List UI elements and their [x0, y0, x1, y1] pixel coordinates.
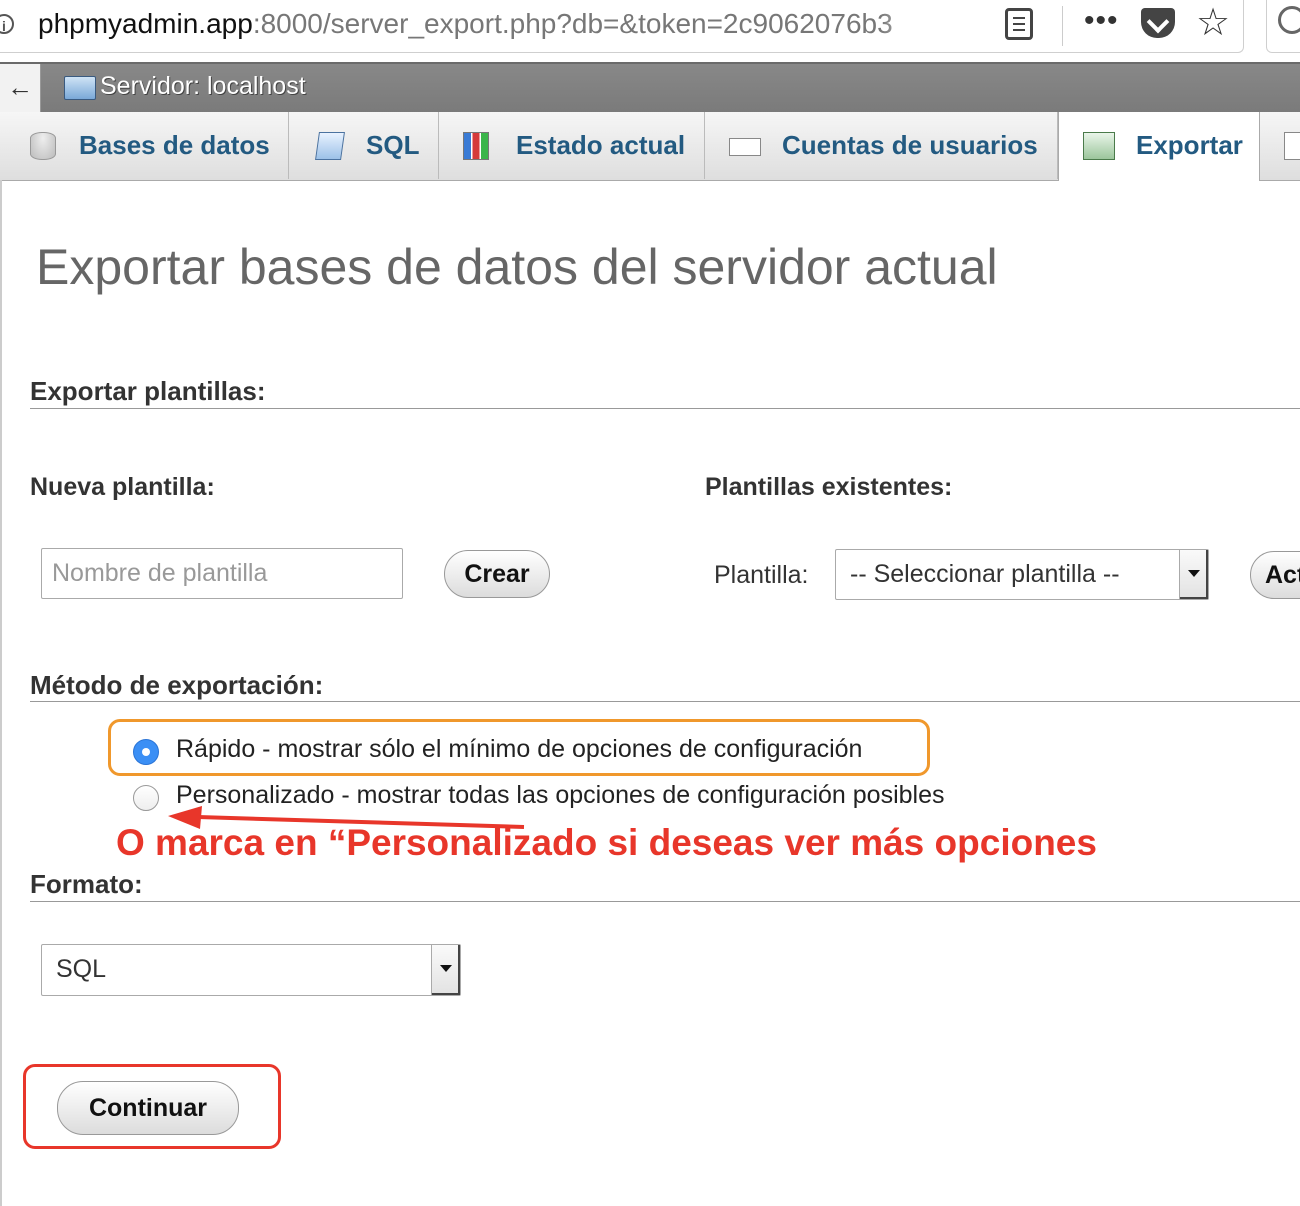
database-icon	[30, 132, 56, 160]
toolbar-divider	[1062, 6, 1063, 46]
template-select-value: -- Seleccionar plantilla --	[850, 560, 1120, 588]
templates-heading: Exportar plantillas:	[30, 376, 266, 406]
page-title: Exportar bases de datos del servidor act…	[36, 239, 998, 295]
dropdown-arrow-icon	[431, 945, 460, 995]
new-template-label: Nueva plantilla:	[30, 473, 215, 501]
tab-label: Exportar	[1136, 130, 1243, 160]
quick-radio[interactable]	[133, 739, 159, 765]
section-divider	[30, 901, 1300, 902]
continue-button[interactable]: Continuar	[57, 1081, 239, 1135]
url-text[interactable]: phpmyadmin.app:8000/server_export.php?db…	[38, 8, 938, 40]
template-select[interactable]: -- Seleccionar plantilla --	[835, 549, 1209, 600]
import-icon	[1284, 132, 1300, 160]
template-label: Plantilla:	[714, 561, 809, 589]
annotation-text: O marca en “Personalizado si deseas ver …	[116, 822, 1097, 863]
url-host: phpmyadmin.app	[38, 8, 253, 39]
dropdown-arrow-icon	[1179, 550, 1208, 599]
url-path: :8000/server_export.php?db=&token=2c9062…	[252, 8, 893, 39]
more-actions-icon[interactable]: •••	[1084, 4, 1119, 38]
pocket-icon[interactable]	[1141, 8, 1175, 38]
status-chart-icon	[463, 132, 489, 160]
existing-templates-label: Plantillas existentes:	[705, 473, 953, 501]
back-button[interactable]: ←	[0, 64, 41, 112]
section-divider	[30, 408, 1300, 409]
server-breadcrumb-bar: ← Servidor: localhost	[0, 62, 1300, 114]
tab-label: SQL	[366, 130, 420, 160]
update-template-button[interactable]: Actualizar	[1250, 551, 1300, 599]
server-icon	[64, 76, 96, 100]
top-menu-tabs: Bases de datos SQL Estado actual Cuentas…	[0, 112, 1300, 181]
format-heading: Formato:	[30, 869, 143, 899]
section-divider	[30, 701, 1300, 702]
sql-icon	[315, 132, 345, 160]
server-title[interactable]: Servidor: localhost	[100, 72, 306, 101]
custom-radio[interactable]	[133, 785, 159, 811]
tab-user-accounts[interactable]: Cuentas de usuarios	[705, 112, 1058, 179]
create-template-button[interactable]: Crear	[444, 550, 550, 598]
content-left-border	[0, 180, 2, 1206]
tab-import[interactable]	[1260, 112, 1300, 179]
tab-label: Cuentas de usuarios	[782, 130, 1038, 160]
tab-label: Estado actual	[516, 130, 686, 160]
quick-option-label[interactable]: Rápido - mostrar sólo el mínimo de opcio…	[176, 735, 862, 764]
format-select[interactable]: SQL	[41, 944, 461, 996]
format-select-value: SQL	[56, 955, 107, 983]
export-method-heading: Método de exportación:	[30, 670, 324, 700]
tab-label: Bases de datos	[79, 130, 270, 160]
reader-view-icon[interactable]	[1005, 8, 1033, 40]
tab-databases[interactable]: Bases de datos	[0, 112, 289, 179]
tab-status[interactable]: Estado actual	[439, 112, 705, 179]
tab-export[interactable]: Exportar	[1058, 112, 1260, 181]
tab-sql[interactable]: SQL	[289, 112, 439, 179]
user-card-icon	[729, 138, 761, 156]
bookmark-star-icon[interactable]: ☆	[1196, 0, 1230, 45]
url-fade	[880, 4, 940, 48]
template-name-input[interactable]	[41, 548, 403, 599]
export-icon	[1083, 132, 1115, 160]
browser-toolbar: i phpmyadmin.app:8000/server_export.php?…	[0, 0, 1300, 63]
search-icon[interactable]	[1278, 6, 1300, 34]
